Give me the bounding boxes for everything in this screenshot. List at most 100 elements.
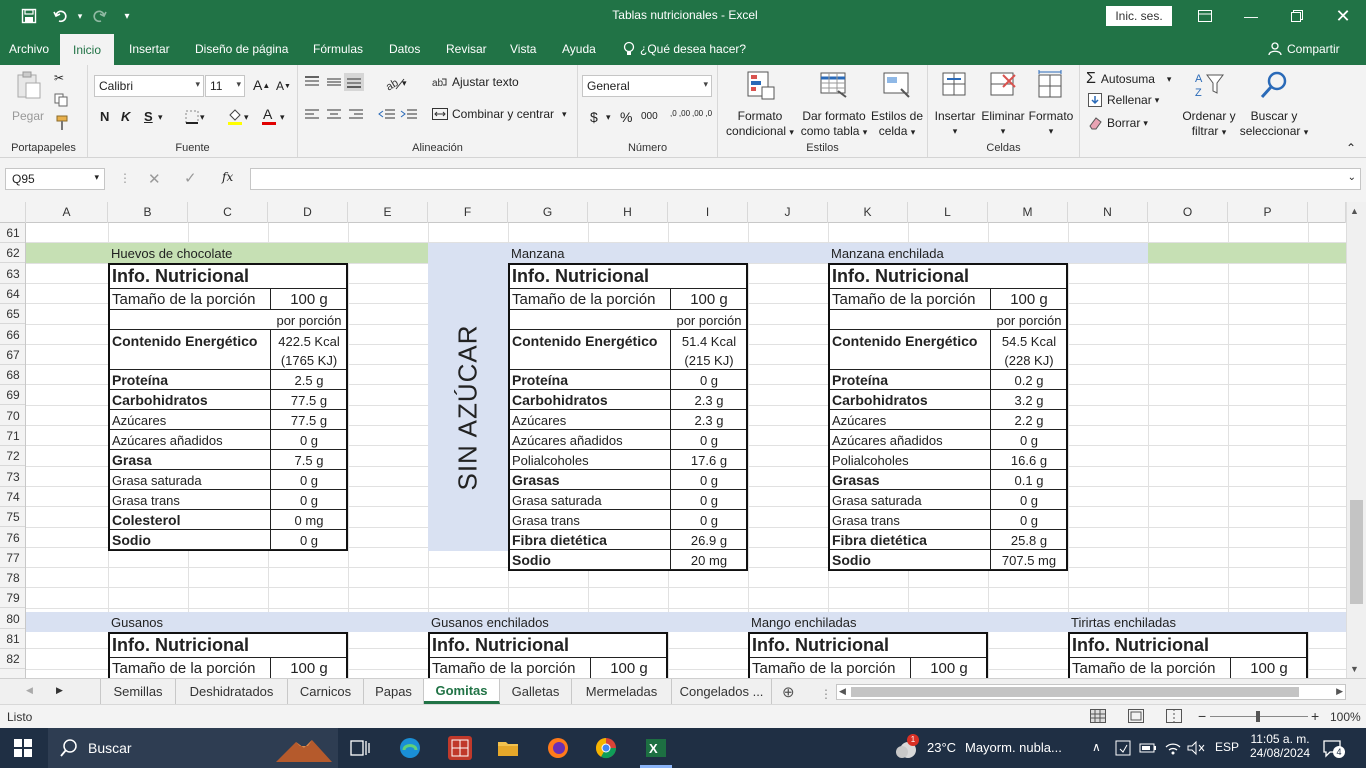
undo-icon[interactable] [48, 0, 74, 32]
format-painter-icon[interactable] [54, 115, 70, 131]
column-header-partial[interactable] [1308, 202, 1346, 223]
row-header[interactable]: 69 [0, 385, 25, 406]
save-icon[interactable] [16, 0, 42, 32]
zoom-level[interactable]: 100% [1330, 710, 1361, 724]
h-scroll-thumb[interactable] [851, 687, 1299, 697]
sheet-tab[interactable]: Carnicos [288, 679, 364, 704]
column-header[interactable]: N [1068, 202, 1148, 223]
delete-cells-button[interactable]: Eliminar ▾ [978, 69, 1028, 139]
share-button[interactable]: Compartir [1268, 32, 1340, 65]
autosum-button[interactable]: Σ Autosuma ▾ [1086, 70, 1171, 88]
column-header[interactable]: L [908, 202, 988, 223]
column-header[interactable]: K [828, 202, 908, 223]
add-sheet-icon[interactable]: ⊕ [782, 683, 795, 701]
zoom-slider-thumb[interactable] [1256, 711, 1260, 722]
tab-datos[interactable]: Datos [389, 32, 420, 65]
row-header[interactable]: 67 [0, 345, 25, 365]
sheet-tab[interactable]: Mermeladas [572, 679, 672, 704]
font-size-select[interactable]: 11 ▾ [205, 75, 245, 97]
tab-ayuda[interactable]: Ayuda [562, 32, 596, 65]
column-header[interactable]: D [268, 202, 348, 223]
chrome-icon[interactable] [594, 736, 618, 760]
tabs-divider-icon[interactable]: ⋮ [820, 687, 832, 701]
page-layout-icon[interactable] [1128, 709, 1144, 726]
decrease-decimal-button[interactable]: ,00 ,0 [692, 109, 712, 118]
row-header[interactable]: 81 [0, 629, 25, 649]
nutrition-table-gusanos[interactable]: Info. Nutricional Tamaño de la porción 100… [108, 632, 348, 678]
sheet-tab[interactable]: Deshidratados [176, 679, 288, 704]
percent-button[interactable]: % [620, 109, 632, 125]
name-box[interactable]: Q95 ▾ [5, 168, 105, 190]
fill-color-icon[interactable] [226, 107, 244, 125]
confirm-icon[interactable]: ✓ [184, 169, 197, 187]
currency-dropdown-icon[interactable]: ▾ [606, 112, 611, 123]
clock[interactable]: 11:05 a. m. 24/08/2024 [1250, 732, 1310, 760]
row-header[interactable]: 73 [0, 467, 25, 487]
weather-icon[interactable]: 1 [894, 734, 920, 763]
border-dropdown-icon[interactable]: ▾ [200, 112, 205, 123]
tell-me-search[interactable]: ¿Qué desea hacer? [622, 32, 746, 65]
restore-icon[interactable] [1274, 0, 1320, 32]
edge-browser-icon[interactable] [398, 736, 422, 760]
row-header[interactable]: 77 [0, 548, 25, 568]
align-top-icon[interactable] [304, 75, 320, 89]
row-header[interactable]: 68 [0, 365, 25, 386]
underline-dropdown-icon[interactable]: ▾ [158, 112, 163, 123]
column-header[interactable]: G [508, 202, 588, 223]
insert-cells-button[interactable]: Insertar ▾ [930, 69, 980, 139]
column-header[interactable]: O [1148, 202, 1228, 223]
normal-view-icon[interactable] [1090, 709, 1106, 726]
column-header[interactable]: E [348, 202, 428, 223]
decrease-indent-icon[interactable] [378, 107, 396, 121]
row-header[interactable]: 62 [0, 243, 25, 264]
border-icon[interactable] [184, 109, 200, 125]
nutrition-table-manzana[interactable]: Info. Nutricional Tamaño de la porción 100… [508, 263, 748, 571]
cut-icon[interactable]: ✂ [54, 71, 64, 85]
horizontal-scrollbar[interactable]: ◀ ▶ [836, 684, 1346, 700]
align-bottom-icon[interactable] [344, 73, 364, 91]
underline-button[interactable]: S [144, 109, 153, 124]
align-center-icon[interactable] [326, 107, 342, 121]
nutrition-table-mango-enchiladas[interactable]: Info. Nutricional Tamaño de la porción 100… [748, 632, 988, 678]
row-header[interactable]: 80 [0, 609, 25, 629]
tab-scroll-left-icon[interactable]: ◀ [26, 685, 33, 696]
tab-vista[interactable]: Vista [510, 32, 536, 65]
format-as-table-button[interactable]: Dar formato como tabla ▾ [798, 69, 870, 140]
format-cells-button[interactable]: Formato ▾ [1026, 69, 1076, 139]
windows-start-icon[interactable] [14, 739, 32, 760]
nutrition-table-manzana-ench[interactable]: Info. Nutricional Tamaño de la porción 100… [828, 263, 1068, 571]
taskbar-search[interactable]: Buscar [48, 728, 338, 768]
scroll-up-icon[interactable]: ▲ [1350, 206, 1359, 216]
customize-toolbar-icon[interactable]: ▾ [118, 0, 136, 32]
align-left-icon[interactable] [304, 107, 320, 121]
sheet-tab[interactable]: Congelados ... [672, 679, 772, 704]
sheet-tab-active[interactable]: Gomitas [424, 679, 500, 704]
column-header[interactable]: B [108, 202, 188, 223]
zoom-in-icon[interactable]: + [1311, 708, 1319, 724]
column-header[interactable]: A [26, 202, 108, 223]
copy-icon[interactable] [54, 93, 70, 107]
file-explorer-icon[interactable] [496, 736, 520, 760]
column-header[interactable]: H [588, 202, 668, 223]
tab-archivo[interactable]: Archivo [9, 32, 49, 65]
notifications-icon[interactable]: 4 [1322, 738, 1345, 761]
align-middle-icon[interactable] [326, 75, 342, 89]
find-select-button[interactable]: Buscar y seleccionar ▾ [1238, 69, 1310, 140]
sheet-tab[interactable]: Semillas [100, 679, 176, 704]
italic-button[interactable]: K [121, 109, 130, 124]
row-header[interactable]: 66 [0, 325, 25, 345]
zoom-out-icon[interactable]: − [1198, 708, 1206, 724]
undo-dropdown-icon[interactable]: ▾ [74, 0, 86, 32]
row-header[interactable]: 76 [0, 528, 25, 548]
sheet-tab[interactable]: Galletas [500, 679, 572, 704]
redo-icon[interactable] [86, 0, 112, 32]
firefox-icon[interactable] [546, 736, 570, 760]
font-name-select[interactable]: Calibri ▾ [94, 75, 204, 97]
shrink-font-icon[interactable]: A ▼ [276, 79, 291, 93]
align-right-icon[interactable] [348, 107, 364, 121]
wrap-text-button[interactable]: ab Ajustar texto [432, 75, 519, 89]
cancel-icon[interactable]: ✕ [148, 170, 161, 188]
minimize-icon[interactable]: — [1228, 0, 1274, 32]
collapse-ribbon-icon[interactable]: ⌃ [1346, 141, 1356, 155]
column-header[interactable]: F [428, 202, 508, 223]
